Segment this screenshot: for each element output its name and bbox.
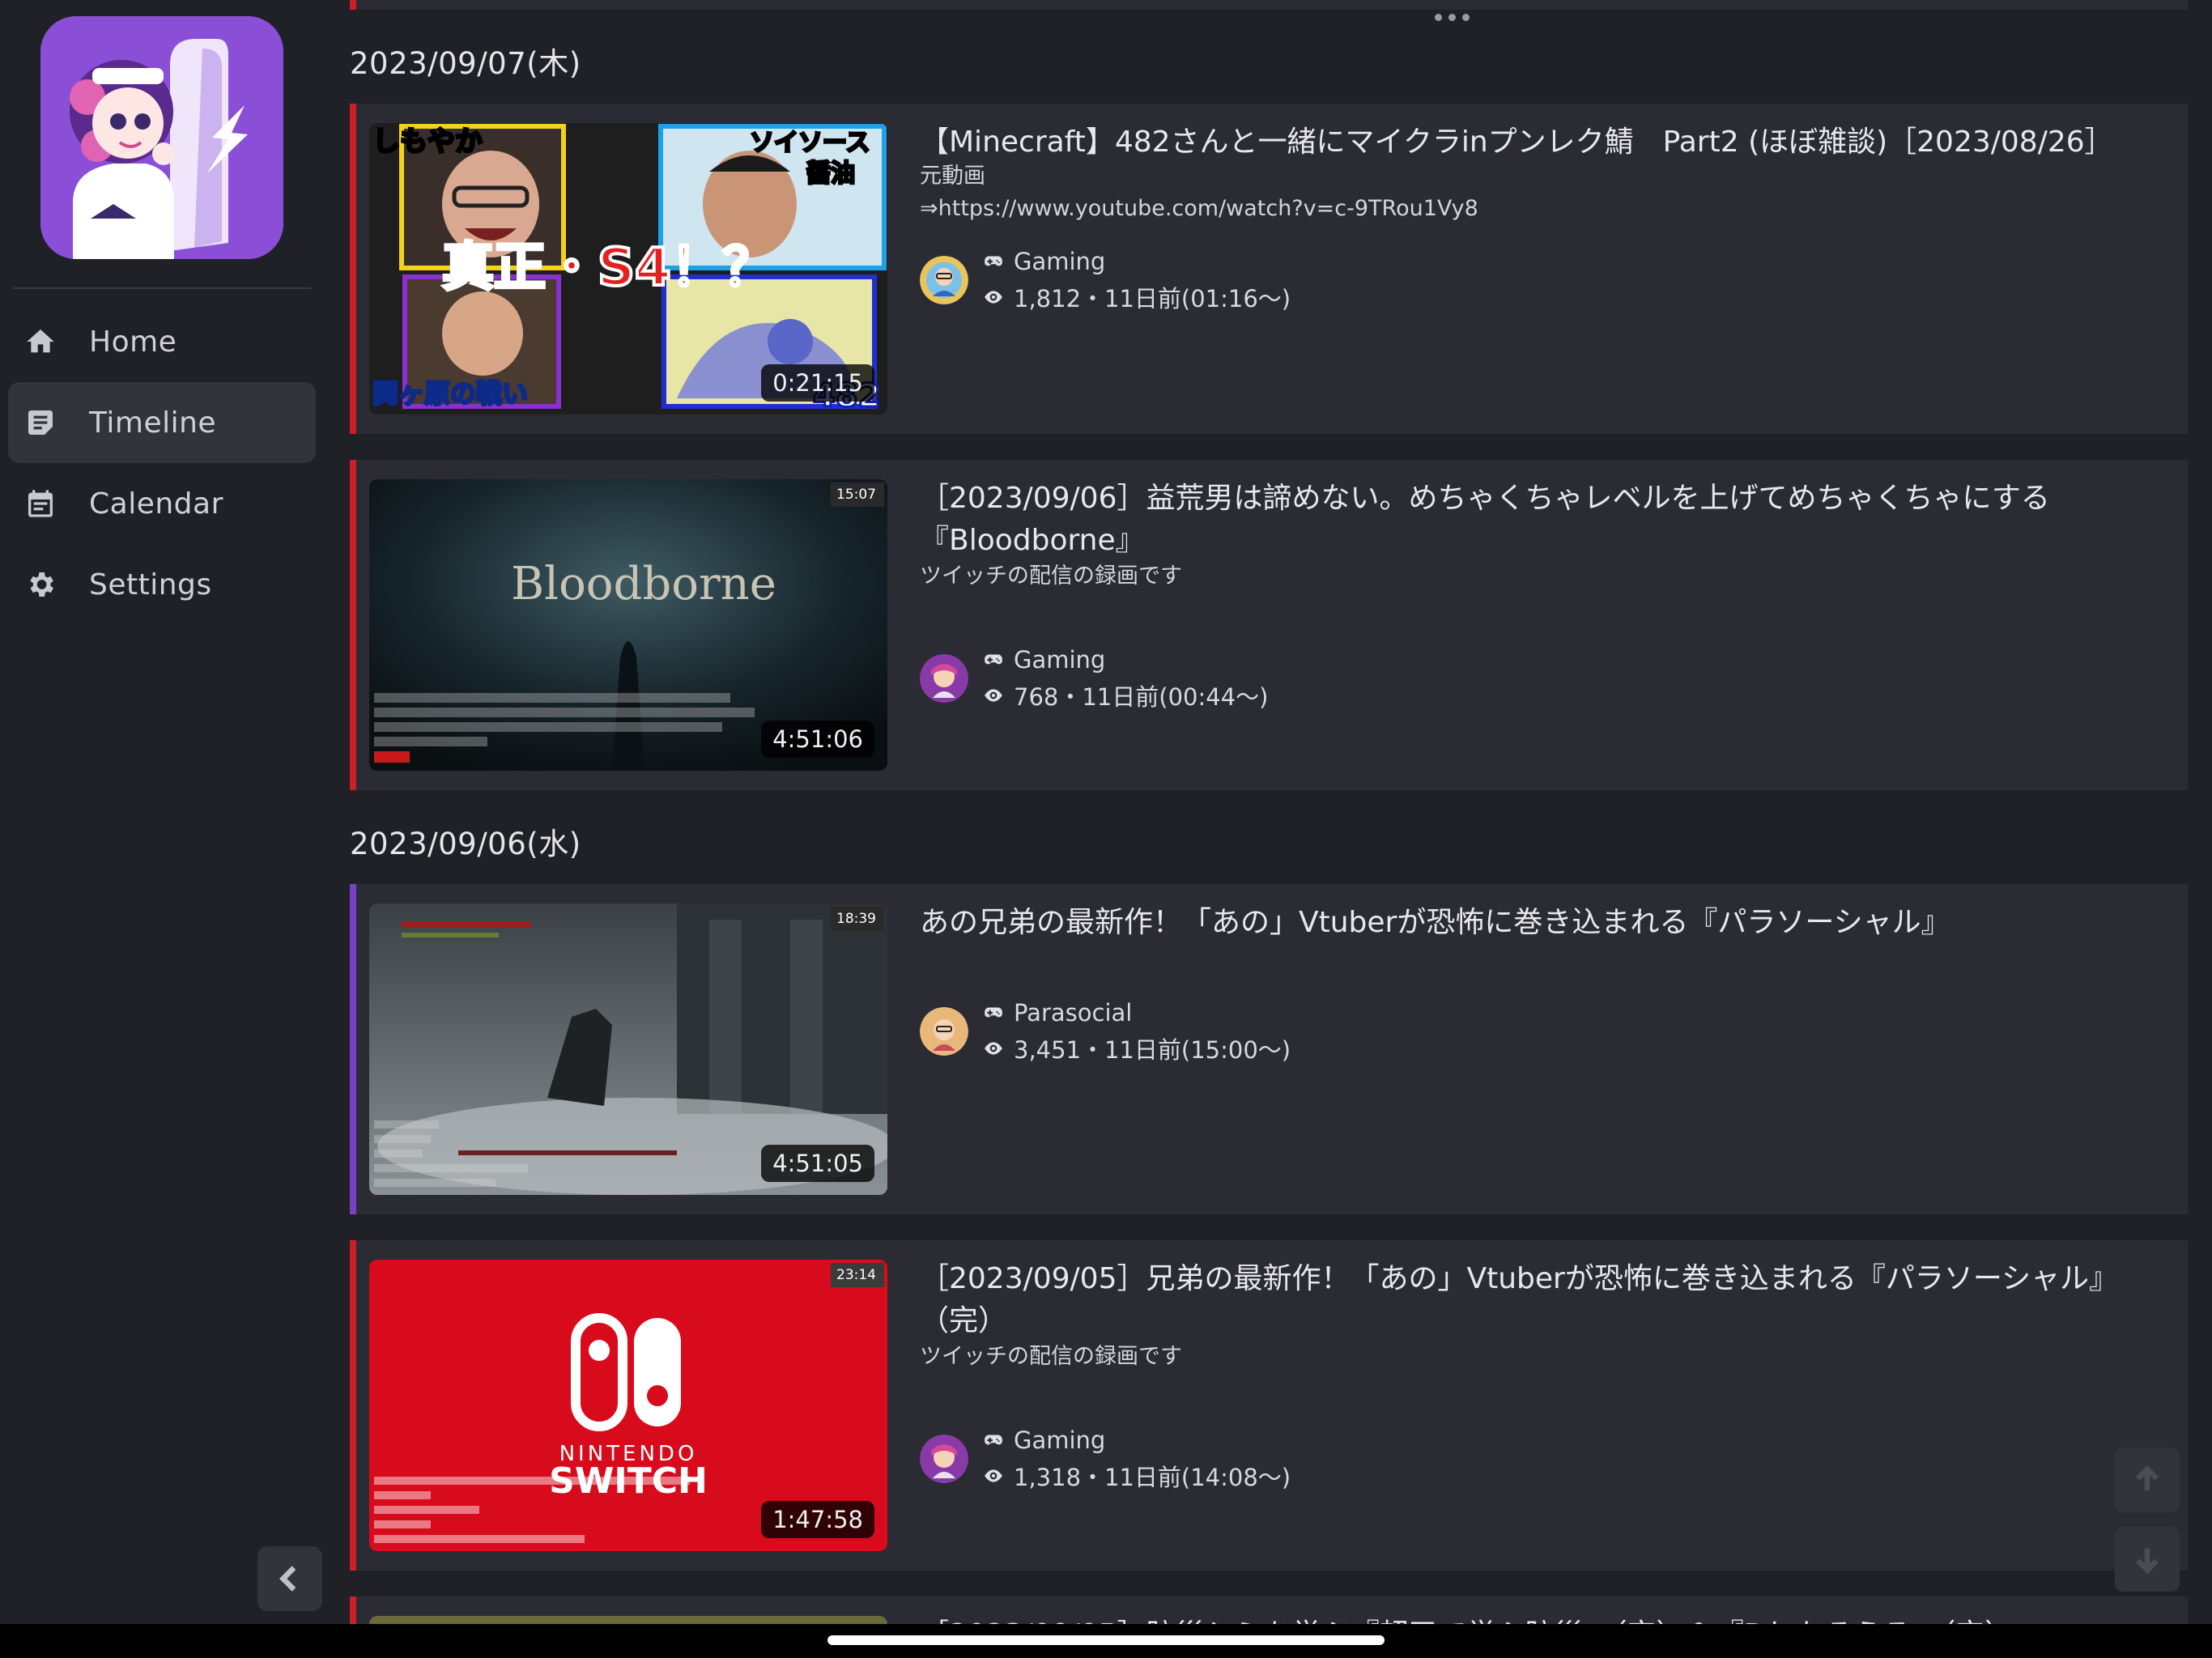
sidebar-item-label: Timeline (89, 406, 217, 440)
channel-avatar[interactable] (920, 256, 968, 304)
video-meta: Gaming 1,318・11日前(14:08〜) (920, 1426, 1568, 1491)
channel-avatar[interactable] (920, 1435, 968, 1483)
thumbnail-clock: 15:07 (836, 487, 876, 503)
thumbnail-caption: ソイソース (750, 129, 870, 157)
game-name: Gaming (1014, 1426, 1106, 1454)
video-duration: 4:51:05 (761, 1145, 874, 1182)
game-name: Gaming (1014, 646, 1106, 674)
gamepad-icon (985, 1007, 1002, 1018)
eye-icon (985, 1469, 1002, 1482)
card-accent (350, 460, 356, 790)
card-accent (350, 1240, 356, 1571)
app-logo[interactable] (40, 16, 283, 259)
sidebar-item-settings[interactable]: Settings (8, 544, 316, 625)
view-stats: 1,318・11日前(14:08〜) (1014, 1464, 1291, 1491)
eye-icon (985, 689, 1002, 702)
eye-icon (985, 1042, 1002, 1055)
video-meta: Parasocial 3,451・11日前(15:00〜) (920, 999, 1568, 1064)
video-meta: Gaming 768・11日前(00:44〜) (920, 646, 1568, 711)
sidebar-item-home[interactable]: Home (8, 301, 316, 382)
video-description: ツイッチの配信の録画です (920, 563, 1182, 589)
card-accent (350, 104, 356, 434)
sidebar: Home Timeline Calendar Settings (0, 0, 324, 1658)
scroll-up-button[interactable] (2115, 1448, 2180, 1512)
game-row: Gaming (983, 248, 1105, 275)
video-meta: Gaming 1,812・11日前(01:16〜) (920, 248, 1568, 312)
view-stats: 1,812・11日前(01:16〜) (1014, 285, 1291, 312)
home-icon (24, 325, 57, 358)
arrow-up-icon (2135, 1465, 2159, 1491)
date-heading: 2023/09/07(木) (350, 46, 581, 81)
gamepad-icon (985, 654, 1002, 665)
stats-row: 1,318・11日前(14:08〜) (983, 1459, 1291, 1493)
video-description: 元動画 ⇒https://www.youtube.com/watch?v=c-9… (920, 164, 1478, 221)
thumbnail-caption: 醤油 (806, 159, 855, 188)
video-thumbnail[interactable]: NINTENDO SWITCH 23:14 1:47:58 (369, 1260, 887, 1551)
scroll-down-button[interactable] (2115, 1527, 2180, 1592)
thumbnail-caption: 関ヶ原の戦い (372, 378, 528, 409)
thumbnail-clock: 23:14 (836, 1267, 876, 1283)
date-heading: 2023/09/06(水) (350, 827, 581, 861)
video-title[interactable]: 【Minecraft】482さんと一緒にマイクラinプンレク鯖 Part2 (ほ… (920, 121, 2142, 164)
game-row: Gaming (983, 1426, 1105, 1454)
game-row: Gaming (983, 646, 1105, 674)
card-accent (350, 1596, 356, 1624)
game-name: Gaming (1014, 248, 1106, 275)
thumbnail-logo-text: Bloodborne (511, 558, 776, 610)
sidebar-item-label: Home (89, 325, 177, 359)
stats-row: 768・11日前(00:44〜) (983, 678, 1268, 712)
video-title[interactable]: あの兄弟の最新作！「あの」Vtuberが恐怖に巻き込まれる『パラソーシャル』 (920, 902, 2142, 944)
calendar-icon (24, 487, 57, 520)
game-name: Parasocial (1014, 999, 1133, 1027)
video-card[interactable]: NINTENDO SWITCH 23:14 1:47:58 ［2023/09/0… (350, 1240, 2188, 1571)
video-card[interactable]: Bloodborne 15:07 4:51:06 ［2023/09/06］益荒男… (350, 460, 2188, 790)
gear-icon (24, 568, 57, 601)
video-card[interactable]: しもやか ソイソース 醤油 真正・S4！？ 関ヶ原の戦い 482 0:21:15… (350, 104, 2188, 434)
video-card[interactable]: ［2023/09/05］防災シミを学ぶ『超了て学ぶ防災』（完）＆『Dしたそうる』… (350, 1596, 2188, 1624)
thumbnail-clock: 18:39 (836, 911, 876, 927)
timeline-icon (24, 406, 57, 439)
stats-row: 3,451・11日前(15:00〜) (983, 1031, 1291, 1065)
thumbnail-caption: しもやか (372, 125, 483, 158)
home-indicator[interactable] (827, 1635, 1385, 1645)
channel-avatar[interactable] (920, 654, 968, 703)
gamepad-icon (985, 256, 1002, 266)
card-accent (350, 884, 356, 1214)
thumbnail-caption: 真正・S4！？ (442, 238, 775, 298)
stats-row: 1,812・11日前(01:16〜) (983, 280, 1291, 314)
video-duration: 0:21:15 (761, 364, 874, 402)
sidebar-divider (13, 287, 311, 289)
game-row: Parasocial (983, 999, 1132, 1027)
gamepad-icon (985, 1435, 1002, 1445)
video-description: ツイッチの配信の録画です (920, 1344, 1182, 1369)
previous-card-edge (350, 0, 2188, 10)
app-logo-image (40, 16, 283, 259)
video-thumbnail[interactable]: Bloodborne 15:07 4:51:06 (369, 479, 887, 771)
sidebar-item-label: Settings (89, 568, 212, 602)
sidebar-item-timeline[interactable]: Timeline (8, 382, 316, 463)
video-title[interactable]: ［2023/09/05］兄弟の最新作！「あの」Vtuberが恐怖に巻き込まれる『… (920, 1258, 2142, 1342)
multitasking-grabber[interactable] (1435, 14, 1470, 21)
sidebar-nav: Home Timeline Calendar Settings (8, 301, 316, 625)
video-thumbnail[interactable] (369, 1616, 887, 1624)
video-card[interactable]: 18:39 4:51:05 あの兄弟の最新作！「あの」Vtuberが恐怖に巻き込… (350, 884, 2188, 1214)
arrow-down-icon (2135, 1548, 2159, 1575)
video-title[interactable]: ［2023/09/05］防災シミを学ぶ『超了て学ぶ防災』（完）＆『Dしたそうる』… (920, 1614, 2142, 1624)
sidebar-item-calendar[interactable]: Calendar (8, 463, 316, 544)
collapse-sidebar-button[interactable] (257, 1546, 322, 1611)
video-thumbnail[interactable]: しもやか ソイソース 醤油 真正・S4！？ 関ヶ原の戦い 482 0:21:15 (369, 123, 887, 414)
video-duration: 4:51:06 (761, 721, 874, 758)
timeline-main[interactable]: 2023/09/07(木) しもやか ソイソース 醤油 真正・S4！？ 関ヶ原の… (350, 0, 2188, 1658)
chevron-left-icon (279, 1566, 296, 1592)
view-stats: 3,451・11日前(15:00〜) (1014, 1036, 1291, 1064)
video-duration: 1:47:58 (761, 1501, 874, 1538)
sidebar-item-label: Calendar (89, 487, 223, 521)
video-title[interactable]: ［2023/09/06］益荒男は諦めない。めちゃくちゃレベルを上げてめちゃくちゃ… (920, 478, 2142, 562)
video-thumbnail[interactable]: 18:39 4:51:05 (369, 903, 887, 1195)
channel-avatar[interactable] (920, 1007, 968, 1056)
eye-icon (985, 291, 1002, 304)
view-stats: 768・11日前(00:44〜) (1014, 683, 1269, 711)
